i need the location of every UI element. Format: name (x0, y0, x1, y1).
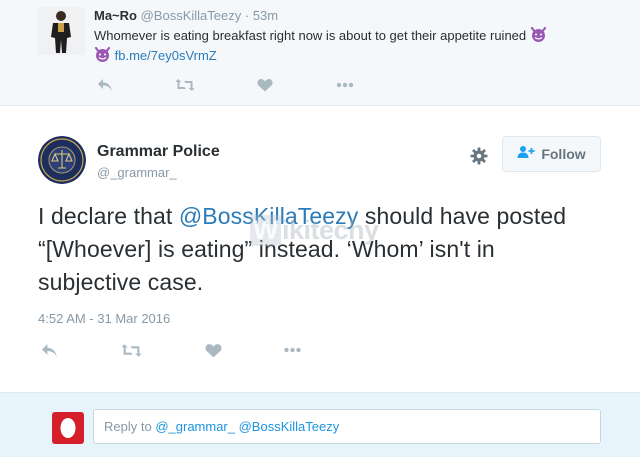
context-avatar[interactable] (37, 7, 85, 55)
reply-bar: Reply to @_grammar_ @BossKillaTeezy (0, 392, 640, 457)
main-actions (38, 341, 328, 361)
context-actions (94, 76, 374, 94)
smiling-imp-icon (94, 46, 111, 63)
gear-icon[interactable] (468, 145, 490, 167)
retweet-icon[interactable] (120, 341, 142, 359)
like-icon[interactable] (254, 76, 276, 94)
context-text: Whomever is eating breakfast right now i… (94, 28, 527, 43)
retweet-icon[interactable] (174, 76, 196, 94)
like-icon[interactable] (202, 341, 224, 359)
main-author-handle[interactable]: @_grammar_ (97, 165, 177, 180)
tweet-text-prefix: I declare that (38, 203, 179, 229)
reply-input[interactable]: Reply to @_grammar_ @BossKillaTeezy (93, 409, 601, 444)
reply-prefix: Reply to (104, 419, 152, 434)
main-timestamp[interactable]: 4:52 AM - 31 Mar 2016 (38, 311, 170, 326)
reply-icon[interactable] (38, 341, 60, 359)
reply-user-avatar (52, 412, 84, 444)
smiling-imp-icon (530, 26, 547, 43)
more-icon[interactable] (334, 76, 356, 94)
follow-person-icon (517, 145, 535, 164)
more-icon[interactable] (281, 341, 303, 359)
reply-recipients: @_grammar_ @BossKillaTeezy (155, 419, 340, 434)
reply-icon[interactable] (94, 76, 116, 94)
context-tweet: Ma~Ro @BossKillaTeezy · 53m Whomever is … (0, 0, 640, 106)
main-avatar[interactable] (38, 136, 86, 184)
context-author-name[interactable]: Ma~Ro (94, 8, 137, 23)
main-tweet-text: I declare that @BossKillaTeezy should ha… (38, 200, 598, 299)
context-author-handle[interactable]: @BossKillaTeezy (141, 8, 242, 23)
main-author-name[interactable]: Grammar Police (97, 143, 220, 161)
context-tweet-text: Whomever is eating breakfast right now i… (94, 26, 614, 66)
follow-label: Follow (541, 146, 586, 162)
context-separator: · (244, 8, 250, 23)
follow-button[interactable]: Follow (502, 136, 601, 172)
context-timestamp[interactable]: 53m (253, 8, 278, 23)
mention-link[interactable]: @BossKillaTeezy (179, 203, 359, 229)
context-link[interactable]: fb.me/7ey0sVrmZ (115, 48, 217, 63)
